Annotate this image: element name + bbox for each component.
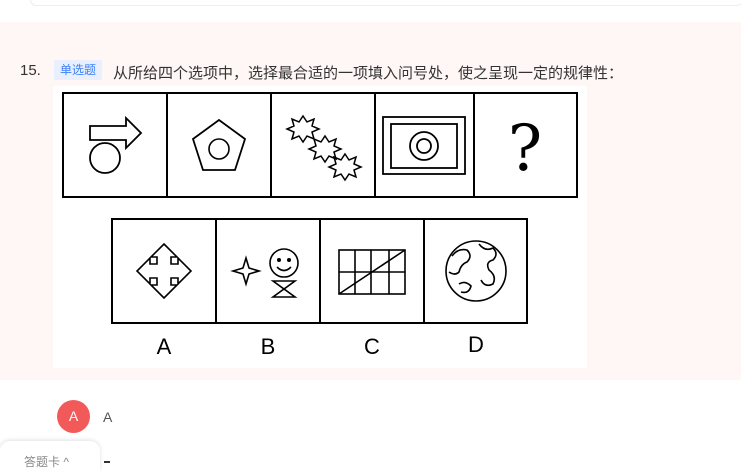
option-a-figure xyxy=(135,242,193,300)
answer-card-tab-label: 答题卡 ^ xyxy=(24,455,69,469)
option-d-label: D xyxy=(468,332,484,357)
question-prompt: 从所给四个选项中，选择最合适的一项填入问号处，使之呈现一定的规律性： xyxy=(113,65,624,82)
option-c-label: C xyxy=(364,334,380,359)
answer-badge[interactable]: A xyxy=(57,400,90,433)
question-mark: ? xyxy=(508,112,542,186)
option-d-figure xyxy=(445,240,507,302)
arrow-circle-figure xyxy=(89,115,143,174)
nested-squares-figure xyxy=(382,116,466,175)
answer-card-tab[interactable]: 答题卡 ^ xyxy=(0,441,100,471)
question-figure: ? A B C D xyxy=(53,86,587,368)
figure-svg: ? A B C D xyxy=(62,92,578,359)
question-number: 15. xyxy=(20,62,41,79)
question-type-tag: 单选题 xyxy=(54,60,103,80)
pentagon-circle-figure xyxy=(191,118,247,171)
option-b-label: B xyxy=(261,334,276,359)
option-c-figure xyxy=(338,249,406,295)
starburst-figure xyxy=(285,114,363,182)
option-b-figure xyxy=(230,248,299,298)
dash-mark xyxy=(104,461,110,463)
answer-text: A xyxy=(103,409,113,425)
option-a-label: A xyxy=(157,334,172,359)
question-row-frame xyxy=(62,92,578,198)
previous-question-card xyxy=(30,0,741,6)
